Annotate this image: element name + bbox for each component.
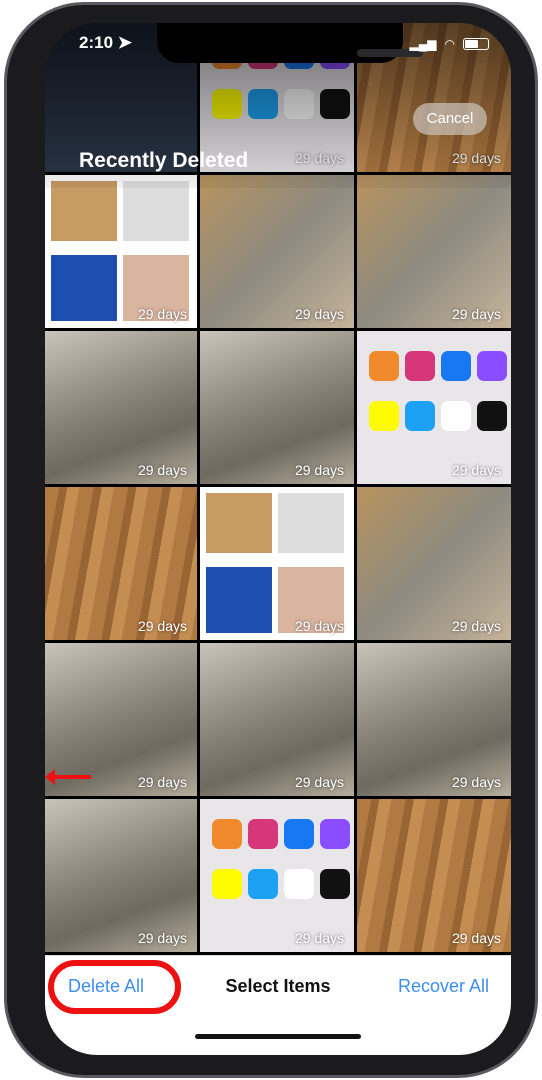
app-icon-thumb bbox=[477, 351, 507, 381]
bottom-toolbar: Delete All Select Items Recover All bbox=[45, 955, 511, 1055]
days-remaining-label: 29 days bbox=[137, 306, 187, 322]
photo-thumbnail[interactable]: 29 days bbox=[357, 331, 511, 484]
days-remaining-label: 29 days bbox=[294, 930, 344, 946]
app-icon-thumb bbox=[405, 401, 435, 431]
app-icon-thumb bbox=[369, 401, 399, 431]
days-remaining-label: 29 days bbox=[451, 930, 501, 946]
days-remaining-label: 29 days bbox=[294, 306, 344, 322]
photo-thumbnail[interactable]: 29 days bbox=[200, 643, 354, 796]
photo-thumbnail[interactable]: 29 days bbox=[357, 643, 511, 796]
location-arrow-icon: ➤ bbox=[117, 33, 133, 52]
days-remaining-label: 29 days bbox=[451, 306, 501, 322]
photo-thumbnail[interactable]: 29 days bbox=[45, 487, 197, 640]
album-thumb bbox=[51, 181, 117, 241]
cancel-button[interactable]: Cancel bbox=[413, 103, 487, 135]
app-icon-thumb bbox=[284, 819, 314, 849]
wifi-icon: ◠ bbox=[444, 37, 455, 51]
app-icon-thumb bbox=[320, 869, 350, 899]
app-icon-thumb bbox=[320, 819, 350, 849]
cellular-signal-icon: ▂▄▆ bbox=[409, 37, 437, 51]
days-remaining-label: 29 days bbox=[137, 618, 187, 634]
app-icon-thumb bbox=[405, 351, 435, 381]
days-remaining-label: 29 days bbox=[137, 462, 187, 478]
app-icon-thumb bbox=[441, 401, 471, 431]
days-remaining-label: 29 days bbox=[294, 618, 344, 634]
app-icon-thumb bbox=[477, 401, 507, 431]
notch bbox=[157, 23, 423, 63]
app-icon-thumb bbox=[369, 351, 399, 381]
phone-frame: 29 days 29 days 29 days 29 days 29 days 29 da… bbox=[4, 2, 538, 1078]
photo-thumbnail[interactable]: 29 days bbox=[45, 331, 197, 484]
page-title: Recently Deleted bbox=[79, 149, 249, 172]
photo-thumbnail[interactable]: 29 days bbox=[45, 175, 197, 328]
app-icon-thumb bbox=[284, 869, 314, 899]
album-thumb bbox=[206, 493, 272, 553]
album-thumb bbox=[206, 567, 272, 633]
recover-all-button[interactable]: Recover All bbox=[398, 976, 489, 997]
days-remaining-label: 29 days bbox=[137, 774, 187, 790]
battery-icon bbox=[463, 38, 489, 50]
app-icon-thumb bbox=[248, 819, 278, 849]
app-icon-thumb bbox=[212, 869, 242, 899]
days-remaining-label: 29 days bbox=[137, 930, 187, 946]
days-remaining-label: 29 days bbox=[451, 618, 501, 634]
photo-thumbnail[interactable]: 29 days bbox=[45, 799, 197, 952]
photo-thumbnail[interactable]: 29 days bbox=[357, 487, 511, 640]
screen: 29 days 29 days 29 days 29 days 29 days 29 da… bbox=[45, 23, 511, 1055]
photo-thumbnail[interactable]: 29 days bbox=[200, 175, 354, 328]
delete-all-button[interactable]: Delete All bbox=[68, 976, 144, 997]
days-remaining-label: 29 days bbox=[451, 774, 501, 790]
days-remaining-label: 29 days bbox=[294, 774, 344, 790]
photo-thumbnail[interactable]: 29 days bbox=[357, 799, 511, 952]
app-icon-thumb bbox=[248, 869, 278, 899]
photo-thumbnail[interactable]: 29 days bbox=[200, 331, 354, 484]
album-thumb bbox=[51, 255, 117, 321]
album-thumb bbox=[278, 493, 344, 553]
app-icon-thumb bbox=[441, 351, 471, 381]
status-icons: ▂▄▆ ◠ bbox=[410, 37, 489, 51]
photo-thumbnail[interactable]: 29 days bbox=[357, 175, 511, 328]
photo-thumbnail[interactable]: 29 days bbox=[200, 487, 354, 640]
app-icon-thumb bbox=[212, 819, 242, 849]
red-arrow-annotation bbox=[45, 769, 91, 785]
photo-thumbnail[interactable]: 29 days bbox=[45, 643, 197, 796]
days-remaining-label: 29 days bbox=[294, 462, 344, 478]
album-thumb bbox=[123, 181, 189, 241]
photo-thumbnail[interactable]: 29 days bbox=[200, 799, 354, 952]
home-indicator bbox=[195, 1034, 361, 1039]
status-time: 2:10 ➤ bbox=[79, 33, 133, 52]
days-remaining-label: 29 days bbox=[451, 462, 501, 478]
